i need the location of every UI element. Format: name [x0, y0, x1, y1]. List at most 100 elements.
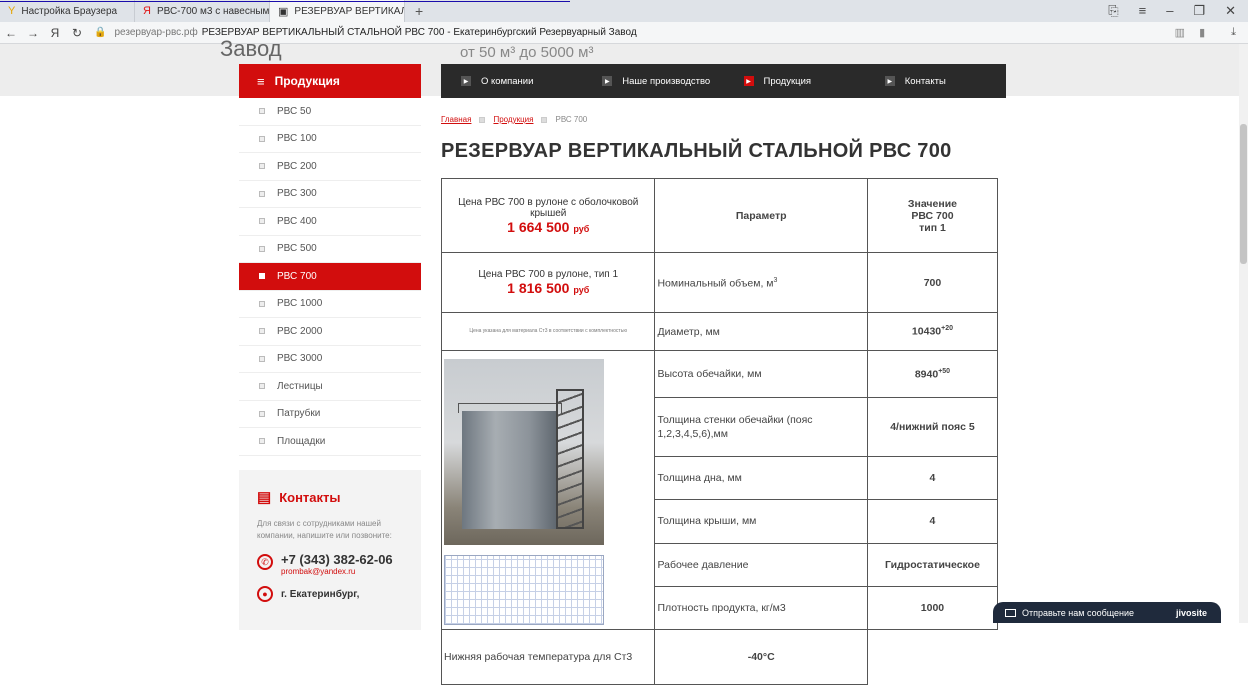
phone-number[interactable]: +7 (343) 382-62-06: [281, 552, 393, 567]
hover-link-line: [0, 0, 570, 2]
table-row: Нижняя рабочая температура для Ст3 -40°C: [440, 629, 998, 685]
browser-tab[interactable]: Y Настройка Браузера: [0, 0, 135, 22]
sidebar-item[interactable]: РВС 400: [239, 208, 421, 236]
browser-tab-active[interactable]: ▣ РЕЗЕРВУАР ВЕРТИКАЛЬ ✕: [270, 0, 405, 22]
param-cell: Номинальный объем, м3: [654, 252, 868, 313]
bullet-square-icon: [259, 108, 265, 115]
value-text: 10430: [911, 325, 942, 338]
address-bar-actions: ▥ ▮ ⤓: [1175, 26, 1248, 39]
table-row: Высота обечайки, мм 8940+50: [440, 350, 999, 630]
download-icon[interactable]: ⤓: [1231, 26, 1236, 39]
bullet-square-icon: [259, 190, 265, 197]
sidebar-item[interactable]: РВС 500: [239, 235, 421, 263]
new-tab-button[interactable]: +: [405, 3, 433, 19]
nav-item[interactable]: ▶ О компании: [441, 64, 582, 98]
param-cell: Рабочее давление: [654, 542, 868, 587]
bullet-square-icon: [259, 328, 265, 335]
bullet-square-icon: [259, 163, 265, 170]
page-scrollbar[interactable]: [1239, 44, 1248, 623]
nav-item-label: О компании: [481, 75, 534, 87]
url-domain[interactable]: резервуар-рвс.рф: [114, 27, 197, 38]
scrollbar-thumb[interactable]: [1240, 124, 1247, 264]
breadcrumb: Главная Продукция РВС 700: [441, 115, 587, 124]
browser-tab-bar: Y Настройка Браузера Я РВС-700 м3 с наве…: [0, 0, 1248, 22]
location-pin-icon: ●: [257, 586, 273, 602]
back-icon[interactable]: ←: [0, 26, 22, 40]
sidebar-item[interactable]: РВС 300: [239, 180, 421, 208]
sidebar-item-label: РВС 500: [277, 243, 317, 255]
tank-photo[interactable]: [444, 359, 604, 545]
nav-arrow-icon: ▶: [884, 76, 895, 86]
price-value: 1 664 500 руб: [448, 219, 648, 235]
email-link[interactable]: prombak@yandex.ru: [281, 567, 393, 576]
value-cell: -40°C: [654, 629, 868, 685]
sidebar-item[interactable]: РВС 100: [239, 125, 421, 153]
nav-arrow-icon: ▶: [602, 76, 613, 86]
site-header-brand: Завод: [220, 36, 282, 61]
breadcrumb-home[interactable]: Главная: [441, 115, 471, 124]
bookmarks-icon[interactable]: ⎘: [1108, 3, 1118, 19]
tab-label: Настройка Браузера: [21, 5, 118, 17]
reload-icon[interactable]: ↻: [66, 26, 88, 40]
param-cell: Толщина дна, мм: [654, 456, 868, 501]
sidebar-item[interactable]: РВС 50: [239, 98, 421, 126]
yandex-browser-icon: Y: [8, 5, 16, 17]
nav-item-label: Наше производство: [622, 75, 711, 87]
price-amount: 1 664 500: [507, 218, 570, 235]
sidebar-item[interactable]: Лестницы: [239, 373, 421, 401]
envelope-icon: [1005, 608, 1016, 617]
sidebar-item[interactable]: Патрубки: [239, 400, 421, 428]
sidebar-title: Продукция: [274, 74, 340, 88]
value-cell: 8940+50: [866, 350, 999, 398]
photo-cell: [440, 350, 656, 630]
minimize-icon[interactable]: –: [1166, 3, 1173, 19]
tab-label: РЕЗЕРВУАР ВЕРТИКАЛЬ: [294, 5, 405, 17]
reader-icon[interactable]: ▥: [1175, 26, 1185, 39]
sidebar-item[interactable]: РВС 2000: [239, 318, 421, 346]
sidebar-item[interactable]: РВС 700: [239, 263, 421, 291]
close-window-icon[interactable]: ✕: [1225, 3, 1236, 19]
city-text: г. Екатеринбург,: [281, 588, 360, 600]
nav-item[interactable]: ▶ Наше производство: [582, 64, 723, 98]
sidebar-item[interactable]: РВС 200: [239, 153, 421, 181]
nav-arrow-icon: ▶: [461, 76, 471, 86]
bookmark-icon[interactable]: ▮: [1199, 26, 1205, 39]
restore-icon[interactable]: ❐: [1193, 3, 1205, 19]
menu-icon[interactable]: ≡: [1139, 3, 1147, 19]
tank-drawing[interactable]: [444, 555, 604, 625]
table-header-row: Цена РВС 700 в рулоне с оболочковой крыш…: [440, 178, 999, 253]
sidebar-item-label: РВС 2000: [277, 325, 323, 337]
chat-brand: jivosite: [1175, 607, 1207, 618]
param-cell: Высота обечайки, мм: [654, 350, 868, 398]
price-label: Цена РВС 700 в рулоне, тип 1: [478, 269, 619, 280]
sidebar-item[interactable]: Площадки: [239, 428, 421, 456]
nav-item[interactable]: ▶ Продукция: [724, 64, 865, 98]
nav-item[interactable]: ▶ Контакты: [865, 64, 1006, 98]
contacts-title: ▤ Контакты: [257, 488, 403, 506]
value-cell: 4: [866, 499, 999, 544]
forward-icon[interactable]: →: [22, 26, 44, 40]
page-title: РЕЗЕРВУАР ВЕРТИКАЛЬНЫЙ СТАЛЬНОЙ РВС 700: [441, 140, 952, 162]
price-note: Цена указана для материала Ст3 в соответ…: [440, 312, 656, 351]
nav-item-label: Продукция: [763, 75, 812, 87]
phone-row: ✆ +7 (343) 382-62-06 prombak@yandex.ru: [257, 552, 403, 576]
breadcrumb-products[interactable]: Продукция: [493, 115, 533, 124]
tab-label: РВС-700 м3 с навесным о: [156, 5, 270, 17]
sidebar-item-label: Лестницы: [277, 380, 323, 392]
contacts-description: Для связи с сотрудниками нашей компании,…: [257, 519, 392, 540]
spec-table: Цена РВС 700 в рулоне с оболочковой крыш…: [440, 178, 999, 685]
browser-tab[interactable]: Я РВС-700 м3 с навесным о: [135, 0, 270, 22]
sidebar-item[interactable]: РВС 1000: [239, 290, 421, 318]
value-cell: 700: [866, 252, 999, 313]
sidebar-item-label: РВС 1000: [277, 298, 323, 310]
sidebar-item[interactable]: РВС 3000: [239, 345, 421, 373]
value-cell: 10430+20: [866, 312, 999, 351]
value-cell: 4/нижний пояс 5: [866, 396, 999, 458]
sidebar-list: РВС 50 РВС 100 РВС 200 РВС 300 РВС 400 РВС 50…: [239, 98, 421, 456]
main-navigation: ▶ О компании ▶ Наше производство ▶ Продукция ▶…: [441, 64, 1006, 98]
sidebar-header[interactable]: ≡ Продукция: [239, 64, 421, 98]
yandex-home-icon[interactable]: Я: [44, 26, 66, 40]
product-sidebar: ≡ Продукция РВС 50 РВС 100 РВС 200 РВС 300 Р…: [239, 64, 421, 456]
nav-item-label: Контакты: [904, 75, 946, 87]
chat-widget[interactable]: Отправьте нам сообщение jivosite: [993, 602, 1221, 623]
